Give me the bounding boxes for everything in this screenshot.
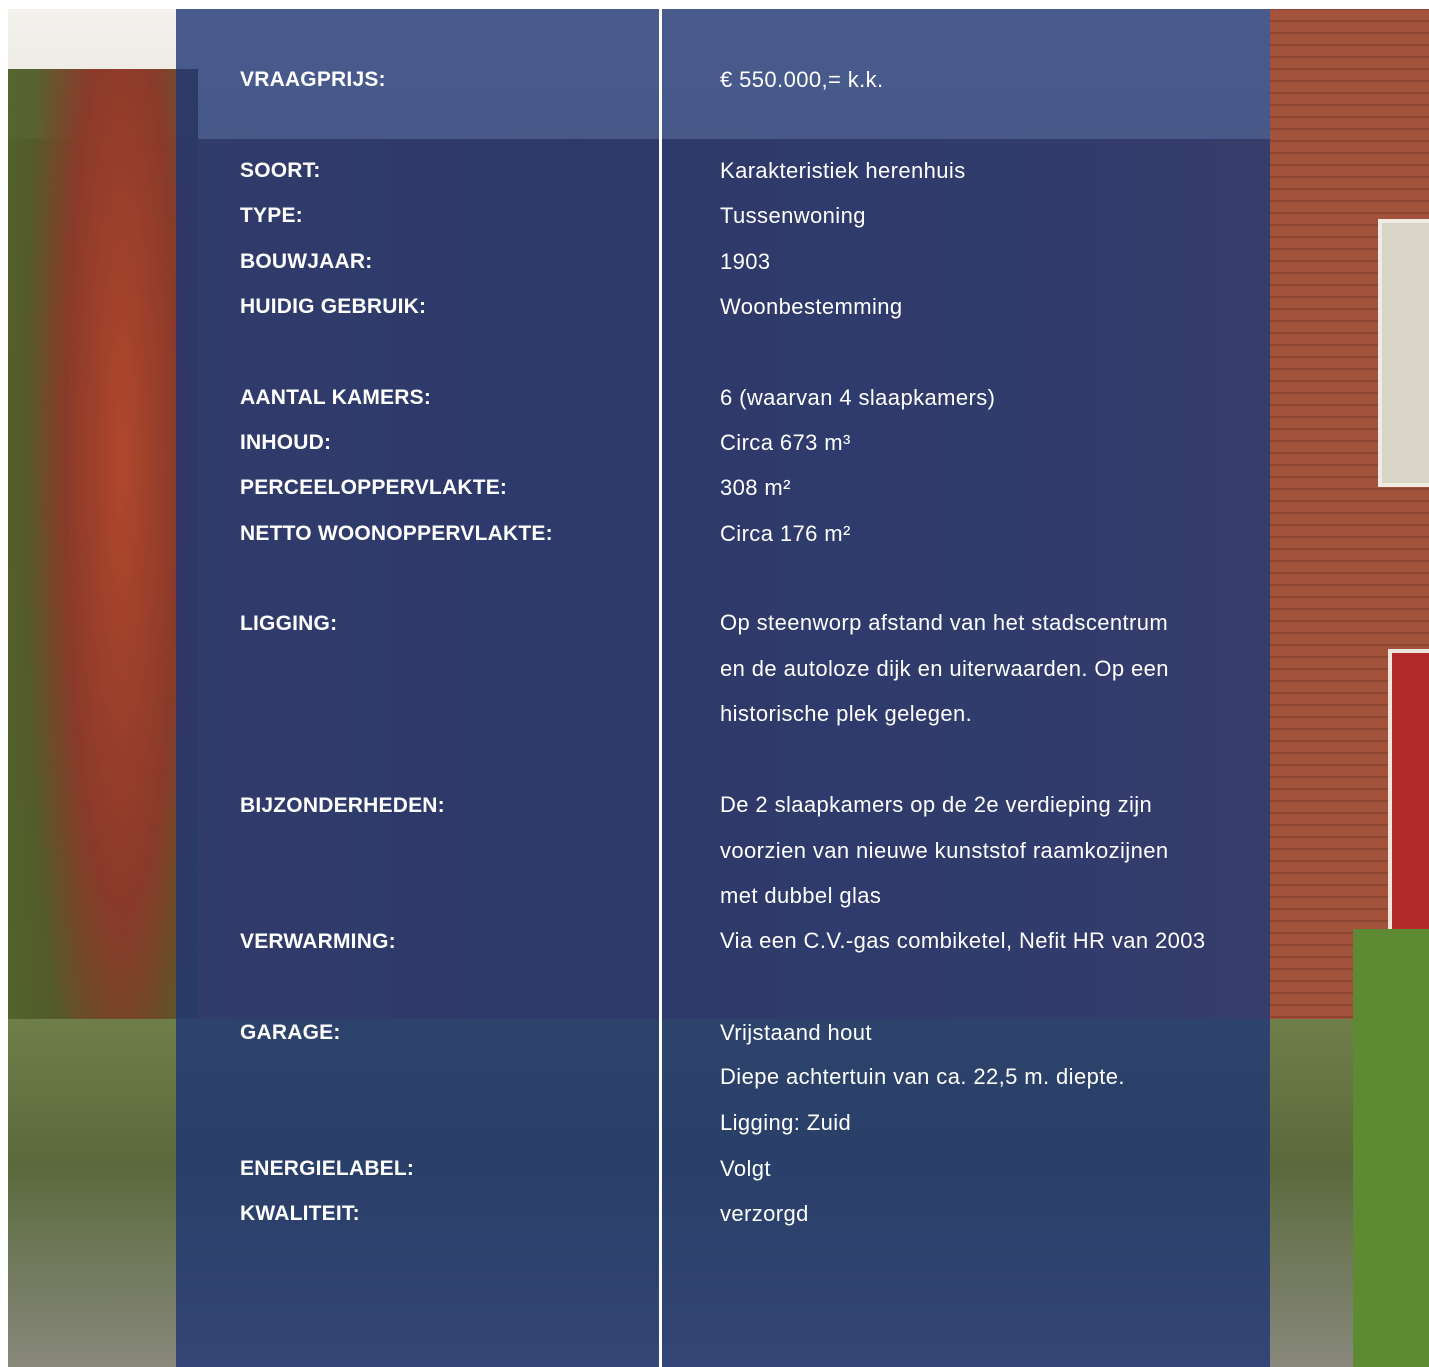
value-aantal-kamers: 6 (waarvan 4 slaapkamers) [720,385,996,410]
value-inhoud: Circa 673 m³ [720,430,851,455]
label-aantal-kamers: AANTAL KAMERS: [240,386,432,409]
red-door [1388,649,1429,957]
label-inhoud: INHOUD: [240,431,332,454]
label-energielabel: ENERGIELABEL: [240,1157,415,1180]
label-perceeloppervlakte: PERCEELOPPERVLAKTE: [240,476,508,499]
value-bijzonderheden: De 2 slaapkamers op de 2e verdieping zij… [720,792,1169,908]
label-bouwjaar: BOUWJAAR: [240,250,373,273]
value-huidig-gebruik: Woonbestemming [720,294,903,319]
label-soort: SOORT: [240,159,321,182]
column-divider [659,9,662,1367]
value-verwarming: Via een C.V.-gas combiketel, Nefit HR va… [720,928,1206,953]
value-type: Tussenwoning [720,203,866,228]
value-perceeloppervlakte: 308 m² [720,475,791,500]
window-right [1378,219,1429,487]
value-bouwjaar: 1903 [720,249,771,274]
value-tuin: Diepe achtertuin van ca. 22,5 m. diepte.… [720,1064,1125,1135]
label-kwaliteit: KWALITEIT: [240,1202,360,1225]
value-vraagprijs: € 550.000,= k.k. [720,67,884,92]
label-ligging: LIGGING: [240,612,338,635]
value-netto-woonoppervlakte: Circa 176 m² [720,521,851,546]
label-verwarming: VERWARMING: [240,930,396,953]
value-ligging: Op steenworp afstand van het stadscentru… [720,610,1169,726]
label-garage: GARAGE: [240,1021,341,1044]
label-vraagprijs: VRAAGPRIJS: [240,68,386,91]
value-soort: Karakteristiek herenhuis [720,158,966,183]
label-netto-woonoppervlakte: NETTO WOONOPPERVLAKTE: [240,522,553,545]
hedge-right [1353,929,1429,1367]
value-energielabel: Volgt [720,1156,771,1181]
value-kwaliteit: verzorgd [720,1201,809,1226]
value-garage: Vrijstaand hout [720,1020,872,1045]
label-type: TYPE: [240,204,303,227]
label-bijzonderheden: BIJZONDERHEDEN: [240,794,445,817]
label-huidig-gebruik: HUIDIG GEBRUIK: [240,295,427,318]
